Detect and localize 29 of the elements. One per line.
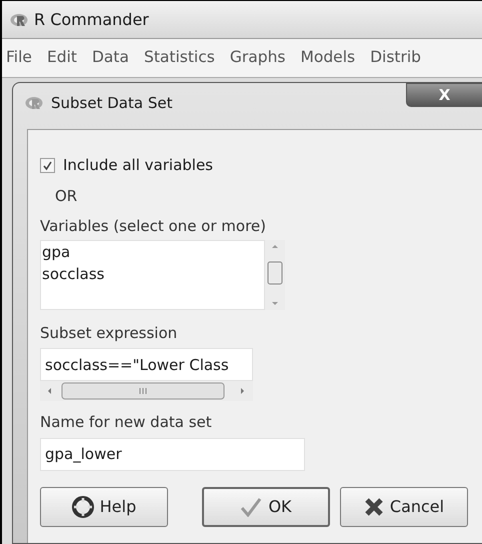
checkmark-icon: [240, 496, 262, 516]
menu-item[interactable]: Edit: [46, 46, 77, 70]
or-label: OR: [55, 186, 78, 206]
field-label: Subset expression: [40, 322, 178, 344]
lifebuoy-icon: [72, 496, 94, 518]
window-title: R Commander: [34, 8, 149, 30]
help-button[interactable]: Help: [40, 486, 168, 526]
ok-button[interactable]: OK: [202, 486, 330, 526]
checkbox-label: Include all variables: [63, 155, 213, 176]
checkbox[interactable]: [40, 158, 55, 173]
close-button[interactable]: X: [406, 83, 482, 107]
field-label: Variables (select one or more): [40, 216, 266, 237]
dialog-title: Subset Data Set: [51, 92, 172, 114]
name-field[interactable]: gpa_lower: [40, 438, 305, 470]
variable-list[interactable]: gpa socclass: [40, 240, 265, 310]
list-item[interactable]: socclass: [41, 262, 264, 284]
menu-item[interactable]: Statistics: [144, 46, 215, 70]
menu-item[interactable]: Data: [92, 46, 129, 70]
expression-field[interactable]: socclass=="Lower Class: [40, 348, 253, 381]
menu-item[interactable]: Distrib: [370, 46, 422, 70]
menu-item[interactable]: File: [6, 46, 32, 70]
menu-item[interactable]: Models: [300, 46, 356, 70]
r-logo-icon: [10, 12, 28, 28]
cross-icon: [364, 496, 384, 516]
r-logo-icon: [25, 95, 43, 111]
field-label: Name for new data set: [40, 412, 212, 433]
list-item[interactable]: gpa: [41, 240, 264, 262]
menu-item[interactable]: Graphs: [230, 46, 286, 70]
cancel-button[interactable]: Cancel: [340, 486, 468, 526]
